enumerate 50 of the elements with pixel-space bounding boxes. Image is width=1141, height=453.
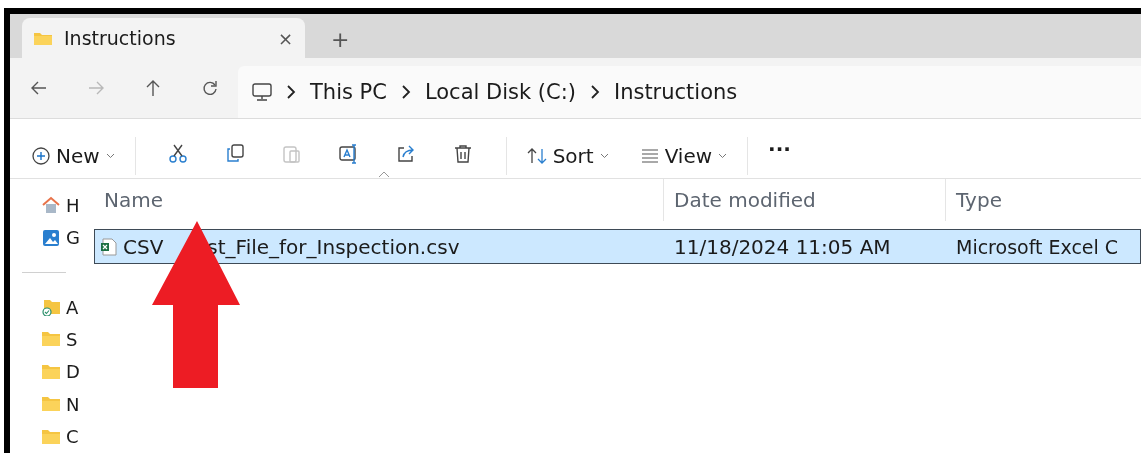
caret-icon (718, 152, 728, 159)
caret-icon (599, 152, 609, 159)
breadcrumb-item[interactable]: Instructions (613, 80, 738, 104)
column-header[interactable]: Date modified (663, 179, 945, 221)
file-name: st_File_for_Inspection.csv (207, 234, 460, 259)
chevron-icon (286, 84, 296, 100)
sort-icon (526, 146, 547, 165)
folder-icon (42, 298, 60, 317)
folder-icon (42, 362, 60, 381)
sidebar-item[interactable]: S (10, 323, 94, 356)
chevron-icon (589, 84, 600, 100)
sort-caret-icon (378, 171, 390, 178)
sidebar-item[interactable]: N (10, 388, 94, 421)
breadcrumb-item[interactable]: This PC (310, 80, 387, 104)
spreadsheet-icon (101, 237, 117, 256)
clipboard-icon (282, 143, 303, 164)
list-icon (640, 148, 659, 163)
trash-icon (453, 143, 474, 164)
home-icon (42, 196, 60, 215)
sidebar-item[interactable]: G (10, 221, 94, 254)
sidebar-item[interactable]: D (10, 355, 94, 389)
gallery-icon (42, 228, 60, 247)
folder-icon (42, 427, 60, 446)
view-button[interactable]: View (634, 139, 734, 172)
more-button[interactable]: ··· (762, 132, 797, 165)
sidebar-item[interactable]: C (10, 420, 94, 453)
folder-icon (42, 395, 60, 414)
close-icon[interactable]: × (277, 27, 293, 49)
caret-icon (105, 152, 115, 159)
breadcrumb-item[interactable]: Local Disk (C:) (424, 80, 576, 104)
monitor-icon (252, 83, 272, 101)
copy-icon (225, 143, 246, 164)
tab[interactable]: Instructions × (22, 18, 305, 58)
folder-icon (34, 31, 52, 45)
folder-icon (42, 330, 60, 349)
date-cell-text: 11/18/2024 11:05 AM (673, 234, 892, 259)
chevron-icon (400, 84, 411, 100)
sidebar-item[interactable]: A (10, 290, 94, 324)
file-row[interactable]: CSV st_File_for_Inspection.csv 11/18/2024 11:05 AM Microsoft Excel C (94, 229, 1141, 264)
new-tab-button[interactable]: + (327, 27, 354, 52)
plus-icon (32, 146, 50, 165)
file-name: CSV (123, 234, 164, 259)
type-cell-text: Microsoft Excel C (955, 235, 1120, 258)
scissors-icon (168, 143, 189, 164)
sidebar-item[interactable]: H (10, 189, 94, 222)
sort-button[interactable]: Sort (520, 139, 615, 172)
new-button[interactable]: New (26, 139, 121, 172)
column-header[interactable]: Type (945, 179, 1141, 221)
address-bar[interactable]: This PC Local Disk (C:) Instructions (238, 66, 1141, 118)
column-header[interactable]: Name (94, 179, 663, 221)
